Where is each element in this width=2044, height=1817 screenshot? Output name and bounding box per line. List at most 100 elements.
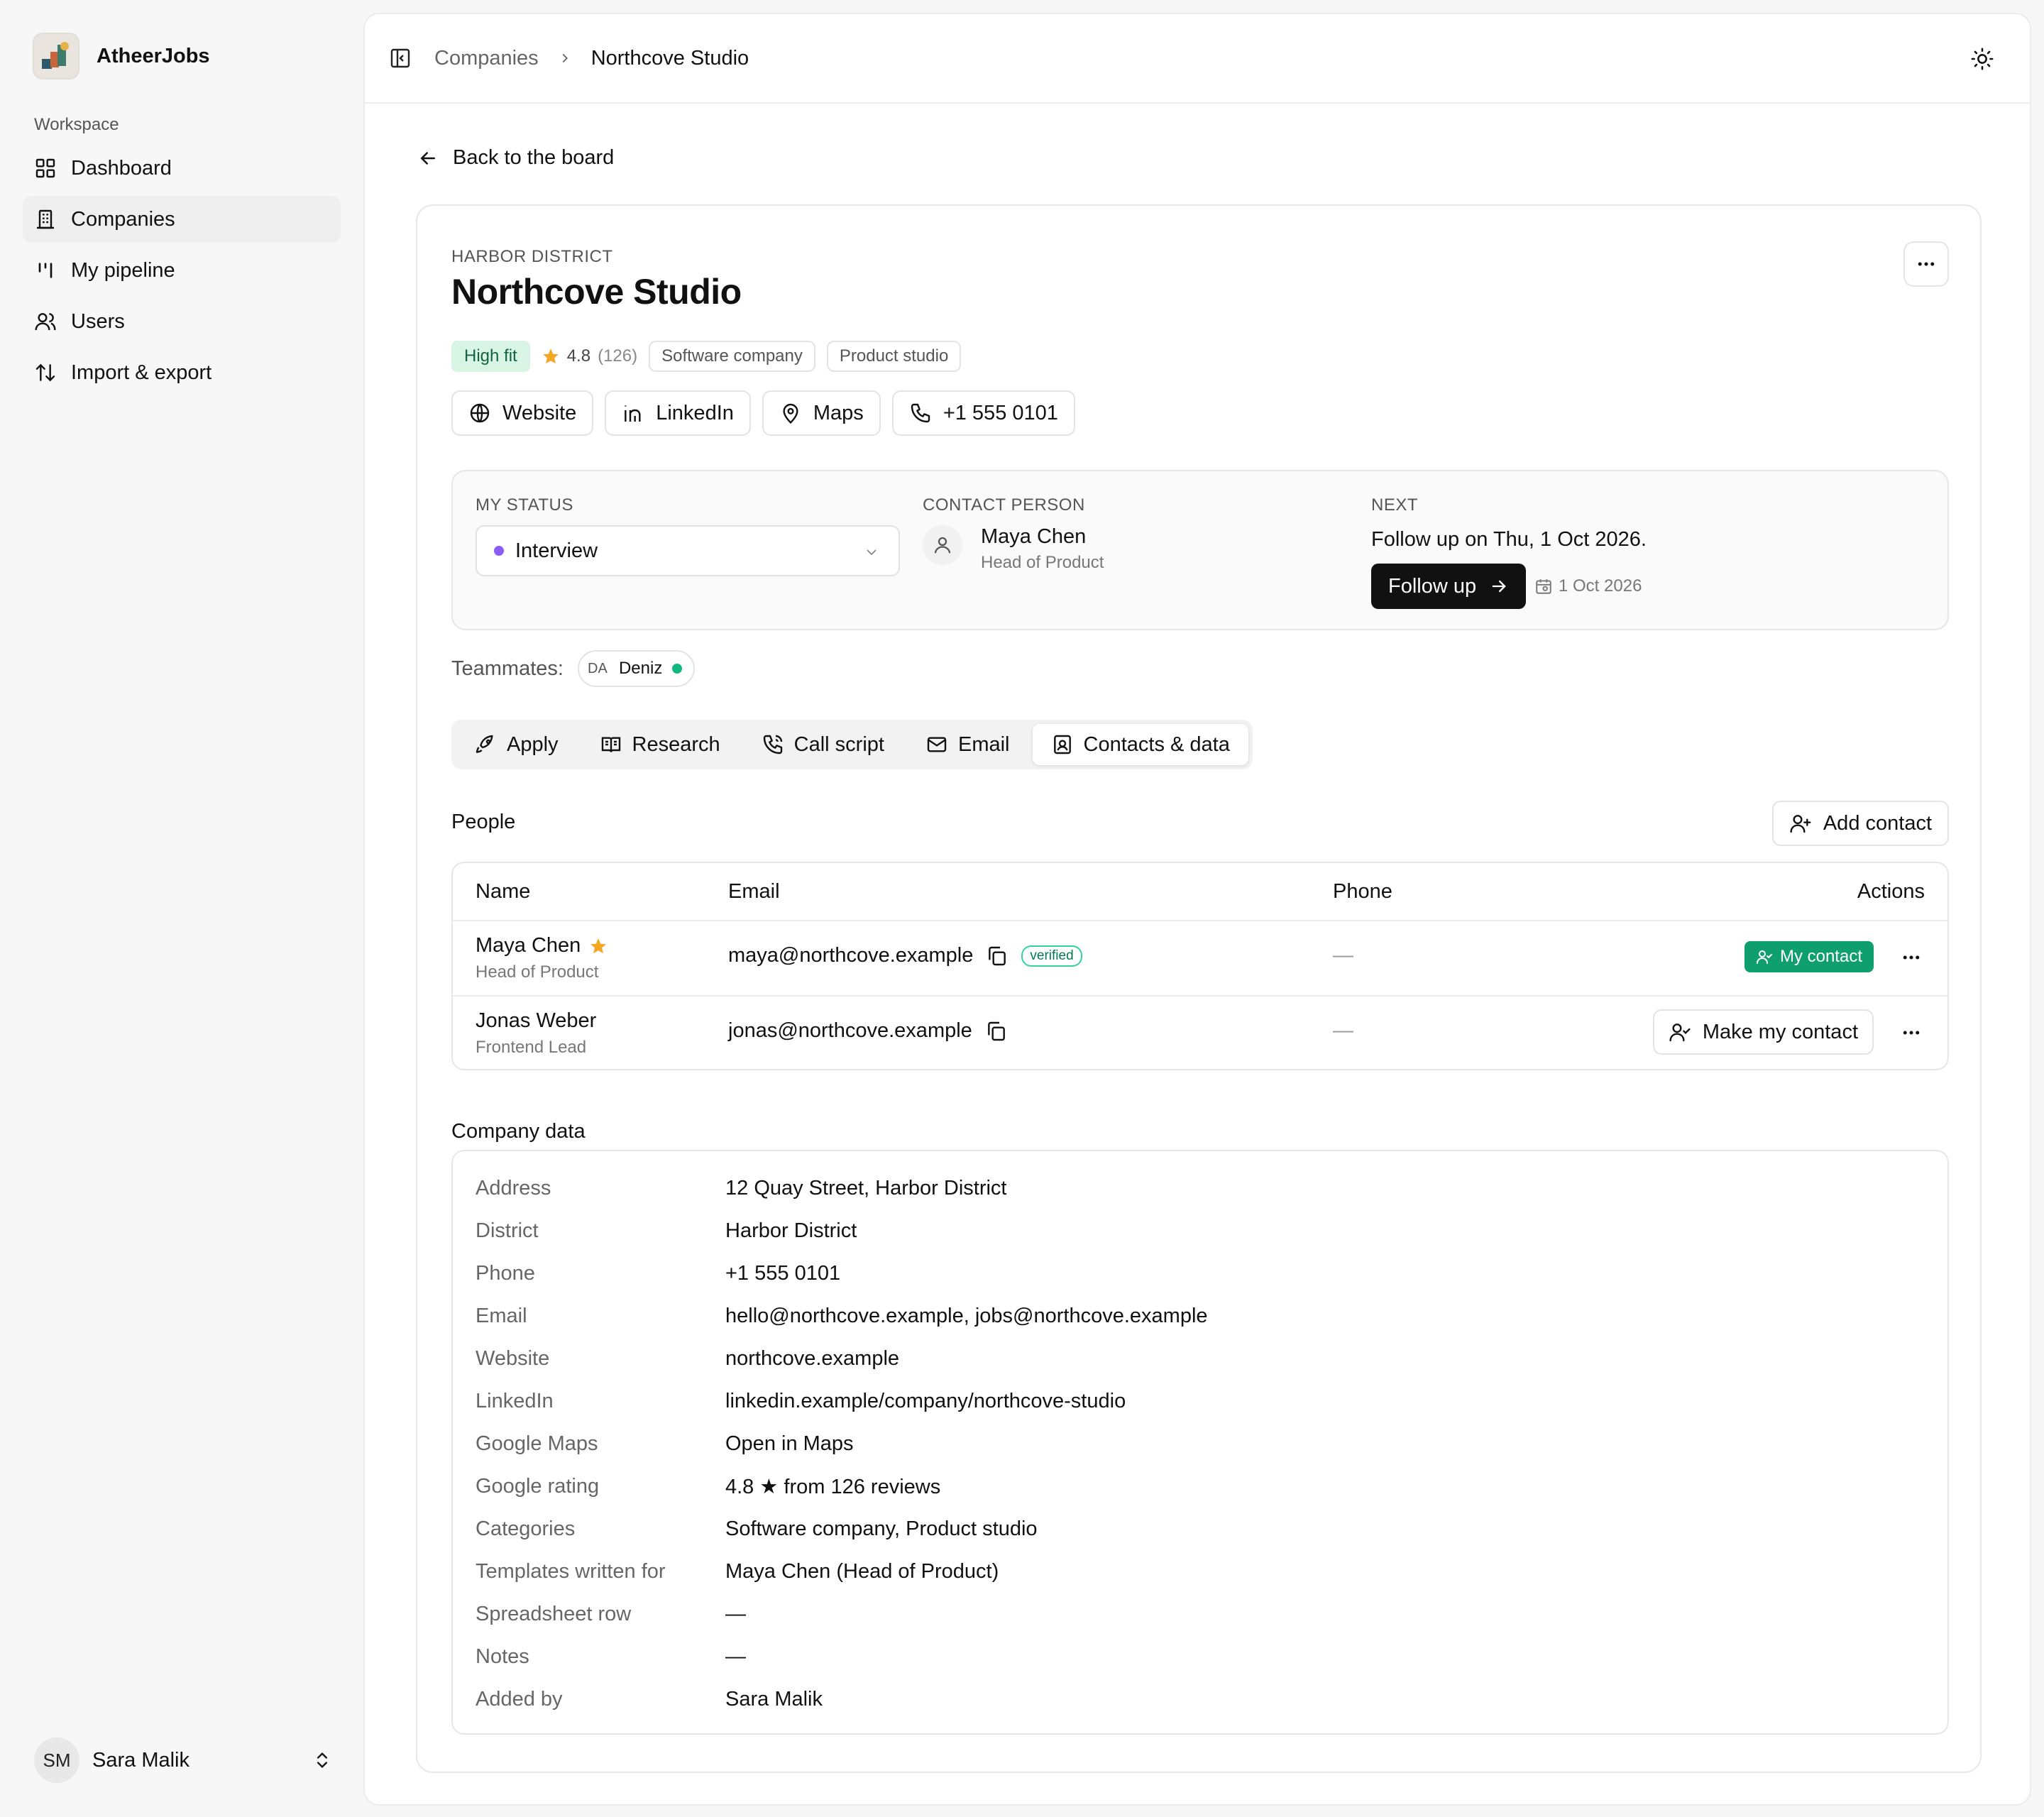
status-value: Interview bbox=[515, 539, 598, 562]
company-chips: High fit 4.8 (126) Software company Prod… bbox=[451, 341, 962, 372]
main-panel: Companies Northcove Studio Back to the b… bbox=[363, 13, 2031, 1806]
contact-name-text: Jonas Weber bbox=[476, 1009, 597, 1032]
status-panel: MY STATUS CONTACT PERSON NEXT Interview … bbox=[451, 470, 1949, 630]
data-row: Notes — bbox=[476, 1635, 1923, 1678]
data-key: Email bbox=[476, 1304, 527, 1327]
data-row: Spreadsheet row — bbox=[476, 1593, 1923, 1635]
breadcrumb-parent[interactable]: Companies bbox=[434, 47, 539, 70]
contact-card-icon bbox=[1053, 735, 1071, 754]
copy-icon[interactable] bbox=[986, 945, 1009, 967]
building-icon bbox=[37, 209, 54, 229]
email-text[interactable]: jonas@northcove.example bbox=[728, 1019, 972, 1043]
topbar: Companies Northcove Studio bbox=[365, 14, 2030, 104]
rating-value: 4.8 bbox=[566, 346, 591, 366]
tab-contacts-data[interactable]: Contacts & data bbox=[1032, 724, 1248, 765]
data-row: Templates written for Maya Chen (Head of … bbox=[476, 1550, 1923, 1593]
row-ellipsis-icon[interactable] bbox=[1901, 1022, 1922, 1043]
website-label: Website bbox=[502, 401, 577, 424]
people-table: Name Email Phone Actions Maya Chen Head … bbox=[451, 862, 1949, 1070]
brand[interactable]: AtheerJobs bbox=[33, 33, 210, 79]
user-check-icon bbox=[1756, 950, 1772, 964]
linkedin-button[interactable]: LinkedIn bbox=[605, 390, 751, 436]
data-row: Google rating 4.8 ★ from 126 reviews bbox=[476, 1465, 1923, 1508]
rating-count: (126) bbox=[598, 346, 638, 366]
phone-button[interactable]: +1 555 0101 bbox=[891, 390, 1075, 436]
grid-icon bbox=[35, 158, 55, 178]
copy-icon[interactable] bbox=[985, 1020, 1008, 1043]
tab-call-script[interactable]: Call script bbox=[743, 724, 903, 765]
sidebar-item-label: My pipeline bbox=[71, 258, 175, 282]
website-button[interactable]: Website bbox=[451, 390, 594, 436]
my-contact-label: My contact bbox=[1779, 947, 1862, 966]
tab-bar: Apply Research Call script Email Contact… bbox=[451, 720, 1253, 769]
verified-badge: verified bbox=[1021, 945, 1082, 967]
chevron-right-icon bbox=[562, 53, 568, 63]
globe-icon bbox=[470, 403, 490, 423]
email-text[interactable]: maya@northcove.example bbox=[728, 944, 973, 967]
back-to-board-link[interactable]: Back to the board bbox=[417, 146, 614, 170]
data-key: Templates written for bbox=[476, 1559, 666, 1583]
avatar: SM bbox=[34, 1738, 79, 1783]
tab-apply[interactable]: Apply bbox=[456, 724, 577, 765]
maps-label: Maps bbox=[813, 401, 864, 424]
next-label: NEXT bbox=[1371, 495, 1419, 515]
data-row: Address 12 Quay Street, Harbor District bbox=[476, 1167, 1923, 1209]
row-divider bbox=[453, 995, 1947, 997]
data-key: Phone bbox=[476, 1261, 535, 1285]
make-my-contact-button[interactable]: Make my contact bbox=[1652, 1009, 1874, 1055]
data-row: Categories Software company, Product stud… bbox=[476, 1508, 1923, 1550]
sidebar-item-pipeline[interactable]: My pipeline bbox=[23, 247, 341, 294]
data-key: LinkedIn bbox=[476, 1389, 554, 1412]
follow-up-button[interactable]: Follow up bbox=[1371, 564, 1527, 609]
column-header-actions: Actions bbox=[1857, 880, 1925, 903]
teammate-avatar: DA bbox=[588, 660, 608, 676]
contact-name: Maya Chen bbox=[476, 934, 608, 957]
row-ellipsis-icon[interactable] bbox=[1901, 947, 1922, 968]
theme-toggle-icon[interactable] bbox=[1970, 47, 1994, 71]
data-value: — bbox=[725, 1645, 746, 1668]
my-status-label: MY STATUS bbox=[476, 495, 573, 515]
data-value[interactable]: Open in Maps bbox=[725, 1432, 854, 1456]
more-options-button[interactable] bbox=[1903, 241, 1949, 287]
phone-icon bbox=[911, 403, 930, 423]
company-card: HARBOR DISTRICT Northcove Studio High fi… bbox=[416, 204, 1982, 1773]
column-header-name: Name bbox=[476, 880, 531, 903]
tab-label: Apply bbox=[507, 732, 559, 756]
people-title: People bbox=[451, 811, 516, 833]
person-icon bbox=[923, 525, 962, 565]
teammate-chip[interactable]: DA Deniz bbox=[577, 650, 696, 687]
data-key: Added by bbox=[476, 1687, 563, 1711]
sidebar-item-label: Import & export bbox=[71, 361, 212, 384]
data-value: Software company, Product studio bbox=[725, 1517, 1038, 1540]
next-action-text: Follow up on Thu, 1 Oct 2026. bbox=[1371, 528, 1647, 551]
maps-button[interactable]: Maps bbox=[762, 390, 881, 436]
app-logo bbox=[33, 33, 79, 79]
data-value: — bbox=[725, 1602, 746, 1625]
back-label: Back to the board bbox=[453, 146, 615, 169]
my-contact-badge[interactable]: My contact bbox=[1744, 941, 1874, 972]
column-header-email: Email bbox=[728, 880, 780, 903]
sidebar-toggle-icon[interactable] bbox=[389, 47, 412, 70]
company-data-title: Company data bbox=[451, 1120, 586, 1143]
user-menu[interactable]: SM Sara Malik bbox=[34, 1736, 332, 1784]
sidebar-item-dashboard[interactable]: Dashboard bbox=[23, 145, 341, 192]
data-key: Categories bbox=[476, 1517, 576, 1540]
app-name: AtheerJobs bbox=[97, 44, 210, 67]
contact-phone: — bbox=[1333, 944, 1353, 967]
follow-up-date-text: 1 Oct 2026 bbox=[1559, 576, 1642, 595]
teammates-label: Teammates: bbox=[451, 657, 564, 680]
add-contact-button[interactable]: Add contact bbox=[1771, 801, 1949, 846]
fit-badge: High fit bbox=[451, 341, 530, 372]
data-row: Email hello@northcove.example, jobs@north… bbox=[476, 1295, 1923, 1337]
sidebar-item-import-export[interactable]: Import & export bbox=[23, 349, 341, 396]
sidebar-item-users[interactable]: Users bbox=[23, 298, 341, 345]
user-plus-icon bbox=[1790, 815, 1811, 833]
sidebar-item-companies[interactable]: Companies bbox=[23, 196, 341, 243]
tab-research[interactable]: Research bbox=[581, 724, 739, 765]
sidebar-item-label: Companies bbox=[71, 207, 175, 231]
online-indicator bbox=[672, 664, 683, 674]
tab-email[interactable]: Email bbox=[907, 724, 1028, 765]
status-select[interactable]: Interview bbox=[476, 525, 900, 576]
sidebar-item-label: Dashboard bbox=[71, 156, 172, 180]
column-header-phone: Phone bbox=[1333, 880, 1392, 903]
